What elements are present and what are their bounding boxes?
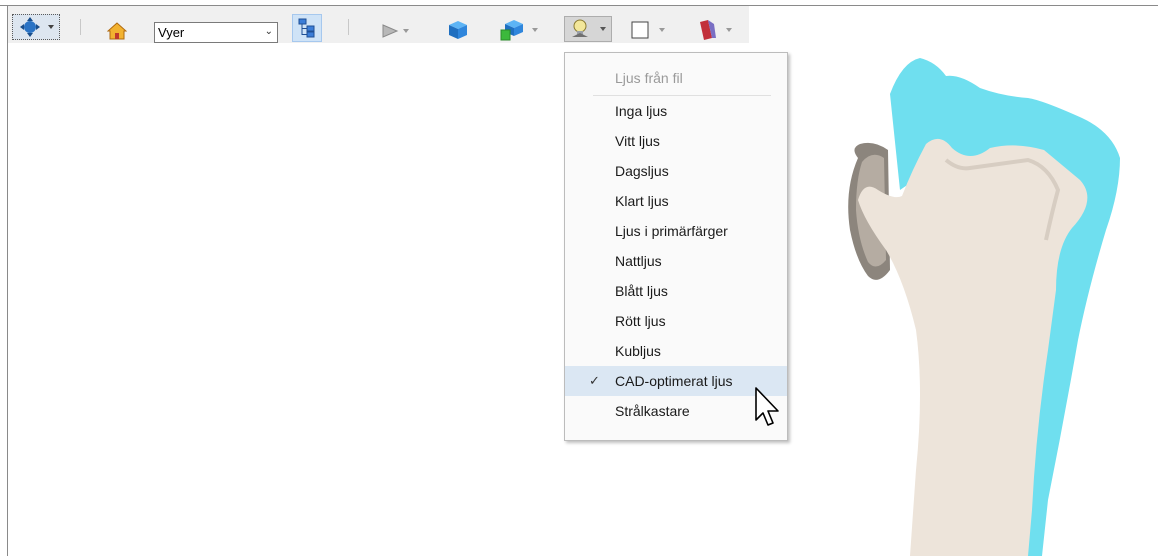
navigate-button[interactable] bbox=[12, 14, 60, 40]
menu-item-light-from-file: Ljus från fil bbox=[565, 63, 787, 93]
viewport-border-left bbox=[7, 5, 8, 556]
home-icon bbox=[107, 22, 127, 40]
tree-icon bbox=[298, 18, 315, 38]
lighting-button[interactable] bbox=[564, 16, 612, 42]
menu-item-label: Strålkastare bbox=[615, 403, 690, 419]
menu-item-label: Nattljus bbox=[615, 253, 662, 269]
menu-item-label: Ljus i primärfärger bbox=[615, 223, 728, 239]
menu-item-daylight[interactable]: Dagsljus bbox=[565, 156, 787, 186]
toolbar: Vyer ⌄ bbox=[8, 6, 749, 43]
light-bulb-icon bbox=[572, 19, 606, 37]
section-icon bbox=[700, 20, 732, 40]
lighting-menu: Ljus från fil Inga ljus Vitt ljus Dagslj… bbox=[564, 52, 788, 441]
play-icon bbox=[382, 24, 409, 38]
views-dropdown[interactable]: Vyer ⌄ bbox=[154, 22, 278, 43]
check-icon: ✓ bbox=[589, 373, 600, 388]
bone-3d-model[interactable] bbox=[820, 40, 1130, 556]
toolbar-separator bbox=[80, 19, 81, 35]
chevron-down-icon: ⌄ bbox=[264, 26, 273, 37]
menu-item-primary-colors-light[interactable]: Ljus i primärfärger bbox=[565, 216, 787, 246]
menu-item-label: Blått ljus bbox=[615, 283, 668, 299]
model-tree-button[interactable] bbox=[292, 14, 322, 42]
shaded-view-button[interactable] bbox=[446, 18, 470, 42]
menu-item-label: CAD-optimerat ljus bbox=[615, 373, 733, 389]
menu-item-label: Inga ljus bbox=[615, 103, 668, 119]
menu-item-label: Ljus från fil bbox=[615, 70, 683, 86]
background-color-icon bbox=[631, 21, 665, 39]
navigate-icon bbox=[20, 17, 54, 37]
menu-item-label: Kubljus bbox=[615, 343, 661, 359]
menu-item-label: Vitt ljus bbox=[615, 133, 660, 149]
background-button[interactable] bbox=[628, 19, 676, 41]
views-dropdown-value: Vyer bbox=[158, 25, 185, 40]
menu-item-blue-light[interactable]: Blått ljus bbox=[565, 276, 787, 306]
section-view-button[interactable] bbox=[694, 18, 740, 42]
menu-item-label: Rött ljus bbox=[615, 313, 666, 329]
menu-item-bright-light[interactable]: Klart ljus bbox=[565, 186, 787, 216]
menu-item-night-light[interactable]: Nattljus bbox=[565, 246, 787, 276]
menu-item-cube-light[interactable]: Kubljus bbox=[565, 336, 787, 366]
toolbar-separator bbox=[348, 19, 349, 35]
menu-item-label: Dagsljus bbox=[615, 163, 669, 179]
menu-item-no-light[interactable]: Inga ljus bbox=[565, 96, 787, 126]
cube-icon bbox=[449, 21, 467, 39]
menu-item-white-light[interactable]: Vitt ljus bbox=[565, 126, 787, 156]
cubes-color-icon bbox=[500, 20, 538, 41]
play-button[interactable] bbox=[380, 22, 412, 40]
menu-item-label: Klart ljus bbox=[615, 193, 669, 209]
display-style-button[interactable] bbox=[498, 18, 542, 42]
menu-item-red-light[interactable]: Rött ljus bbox=[565, 306, 787, 336]
home-button[interactable] bbox=[106, 20, 128, 42]
mouse-cursor-icon bbox=[755, 387, 779, 426]
